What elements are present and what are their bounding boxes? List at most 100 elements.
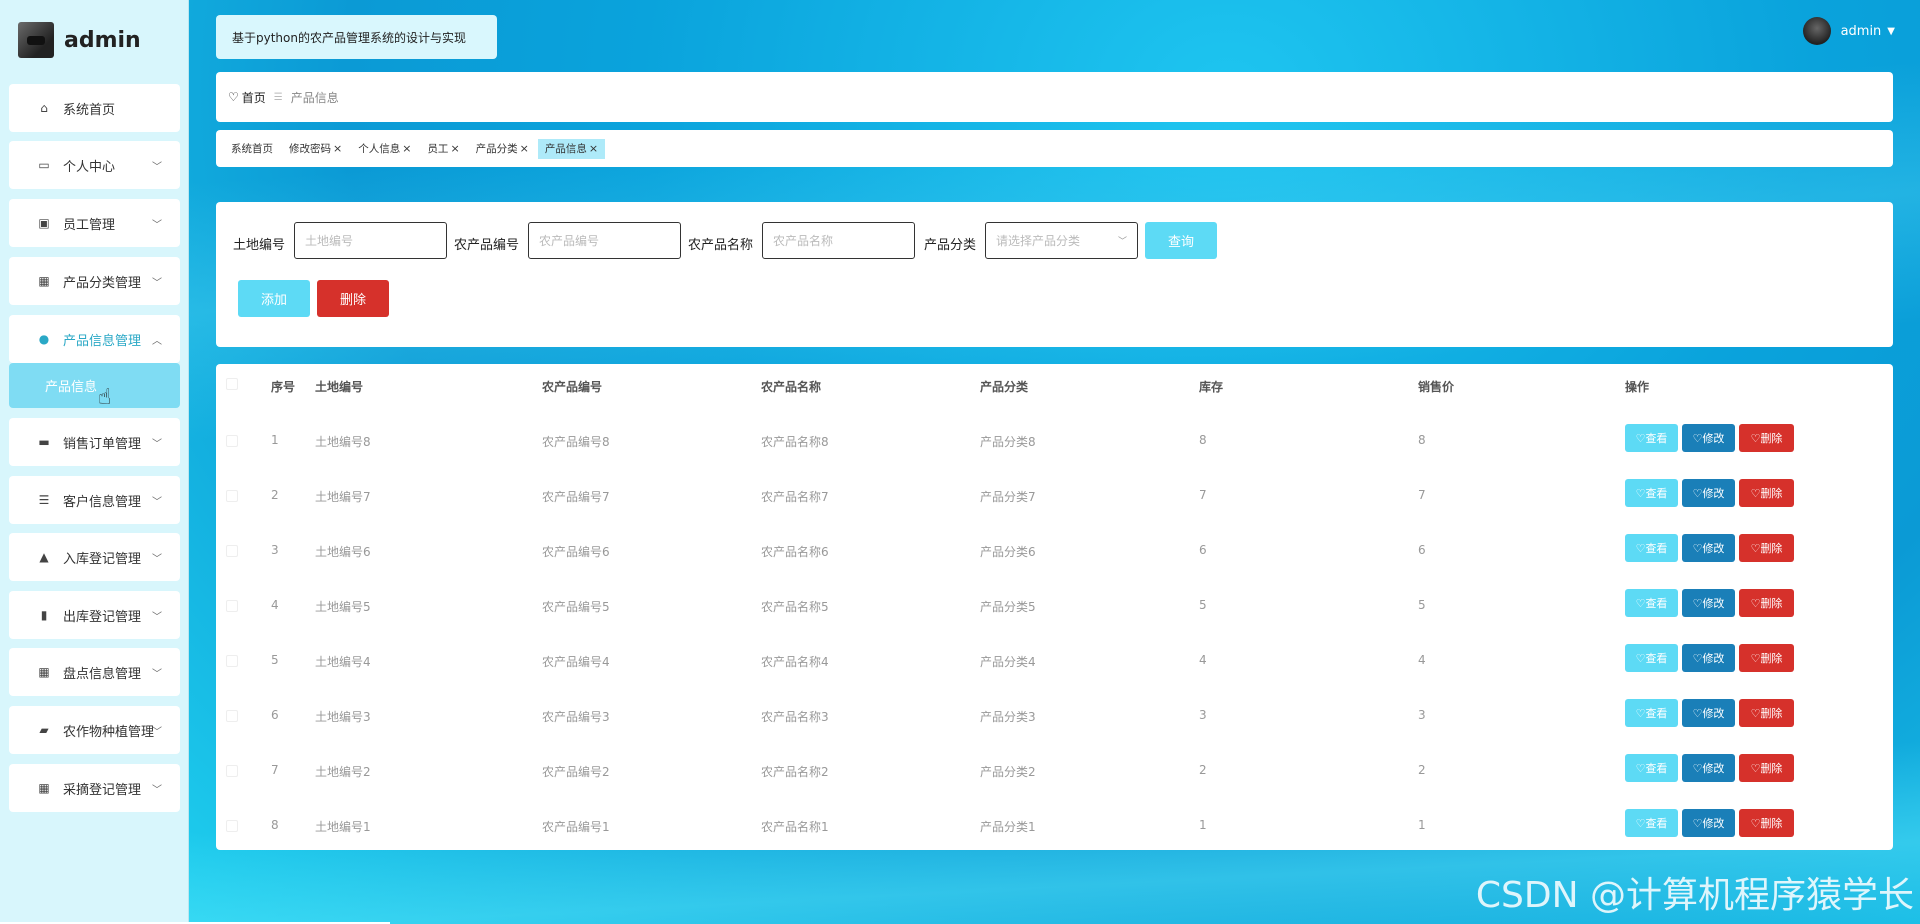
- delete-button[interactable]: ♡ 删除: [1739, 754, 1794, 782]
- view-button[interactable]: ♡ 查看: [1625, 754, 1678, 782]
- edit-button[interactable]: ♡ 修改: [1682, 534, 1735, 562]
- chevron-down-icon: ﹀: [152, 669, 162, 680]
- data-table: 序号 土地编号 农产品编号 农产品名称 产品分类 库存 销售价 操作 1 土地编号8 农产品编号8 农…: [216, 364, 1893, 850]
- tab-2[interactable]: 修改密码 ×: [282, 139, 349, 159]
- table-cell: 农产品名称4: [761, 655, 829, 669]
- table-cell: 3: [1199, 708, 1207, 722]
- view-button[interactable]: ♡ 查看: [1625, 424, 1678, 452]
- action-label: 查看: [1645, 542, 1668, 555]
- edit-button[interactable]: ♡ 修改: [1682, 644, 1735, 672]
- row-checkbox[interactable]: [226, 765, 238, 777]
- category-select[interactable]: 请选择产品分类 ﹀: [985, 222, 1138, 259]
- sidebar-subitem-label: 产品信息: [45, 380, 98, 395]
- edit-button[interactable]: ♡ 修改: [1682, 754, 1735, 782]
- edit-button[interactable]: ♡ 修改: [1682, 589, 1735, 617]
- query-button[interactable]: 查询: [1145, 222, 1217, 259]
- user-menu[interactable]: admin ▼: [1802, 17, 1895, 45]
- sidebar-item-7[interactable]: ☰ 客户信息管理 ﹀: [9, 476, 180, 524]
- heart-icon: ♡: [1635, 596, 1646, 610]
- view-button[interactable]: ♡ 查看: [1625, 809, 1678, 837]
- card-icon: ▭: [38, 158, 50, 172]
- view-button[interactable]: ♡ 查看: [1625, 479, 1678, 507]
- delete-button[interactable]: ♡ 删除: [1739, 809, 1794, 837]
- edit-button[interactable]: ♡ 修改: [1682, 479, 1735, 507]
- heart-icon: ♡: [1750, 706, 1761, 720]
- view-button[interactable]: ♡ 查看: [1625, 644, 1678, 672]
- sidebar-item-4[interactable]: ▦ 产品分类管理 ﹀: [9, 257, 180, 305]
- sidebar-item-5[interactable]: ● 产品信息管理 ︿: [9, 315, 180, 363]
- tab-3[interactable]: 个人信息 ×: [351, 139, 418, 159]
- row-checkbox[interactable]: [226, 600, 238, 612]
- table-cell: 农产品编号5: [542, 600, 610, 614]
- table-cell: 4: [1418, 653, 1426, 667]
- close-icon[interactable]: ×: [402, 142, 411, 155]
- sidebar-item-2[interactable]: ▭ 个人中心 ﹀: [9, 141, 180, 189]
- view-button[interactable]: ♡ 查看: [1625, 534, 1678, 562]
- column-header: 产品分类: [980, 380, 1029, 394]
- table-cell: 2: [1418, 763, 1426, 777]
- sidebar-item-11[interactable]: ▰ 农作物种植管理 ﹀: [9, 706, 180, 754]
- action-label: 删除: [1760, 432, 1783, 445]
- table-cell: 农产品名称7: [761, 490, 829, 504]
- sidebar-item-3[interactable]: ▣ 员工管理 ﹀: [9, 199, 180, 247]
- grid-icon: ▦: [38, 665, 50, 679]
- close-icon[interactable]: ×: [333, 142, 342, 155]
- row-checkbox[interactable]: [226, 820, 238, 832]
- sidebar-item-8[interactable]: ▲ 入库登记管理 ﹀: [9, 533, 180, 581]
- edit-button[interactable]: ♡ 修改: [1682, 699, 1735, 727]
- edit-button[interactable]: ♡ 修改: [1682, 424, 1735, 452]
- table-cell: 产品分类6: [980, 545, 1036, 559]
- tab-5[interactable]: 产品分类 ×: [469, 139, 536, 159]
- table-cell: 6: [271, 708, 279, 722]
- tab-4[interactable]: 员工 ×: [420, 139, 466, 159]
- close-icon[interactable]: ×: [520, 142, 529, 155]
- heart-icon: ♡: [1750, 651, 1761, 665]
- row-checkbox[interactable]: [226, 655, 238, 667]
- tab-6[interactable]: 产品信息 ×: [537, 138, 606, 159]
- page-title: 基于python的农产品管理系统的设计与实现: [216, 15, 497, 59]
- action-label: 修改: [1702, 762, 1725, 775]
- delete-button[interactable]: ♡ 删除: [1739, 644, 1794, 672]
- brand: admin: [18, 20, 141, 60]
- action-label: 删除: [1760, 542, 1783, 555]
- row-checkbox[interactable]: [226, 490, 238, 502]
- sidebar-item-10[interactable]: ▦ 盘点信息管理 ﹀: [9, 648, 180, 696]
- delete-button[interactable]: ♡ 删除: [1739, 424, 1794, 452]
- chevron-down-icon: ﹀: [152, 727, 162, 738]
- view-button[interactable]: ♡ 查看: [1625, 699, 1678, 727]
- prod-input[interactable]: 农产品编号: [528, 222, 681, 259]
- sidebar-item-9[interactable]: ▮ 出库登记管理 ﹀: [9, 591, 180, 639]
- delete-button[interactable]: ♡ 删除: [1739, 589, 1794, 617]
- close-icon[interactable]: ×: [450, 142, 459, 155]
- delete-button[interactable]: ♡ 删除: [1739, 699, 1794, 727]
- table-cell: 产品分类8: [980, 435, 1036, 449]
- name-input[interactable]: 农产品名称: [762, 222, 915, 259]
- sidebar-item-12[interactable]: ▦ 采摘登记管理 ﹀: [9, 764, 180, 812]
- add-button[interactable]: 添加: [238, 280, 310, 317]
- sidebar-subitem-product-info[interactable]: 产品信息: [9, 363, 180, 408]
- view-button[interactable]: ♡ 查看: [1625, 589, 1678, 617]
- table-cell: 4: [271, 598, 279, 612]
- table-cell: 农产品编号3: [542, 710, 610, 724]
- delete-button[interactable]: ♡ 删除: [1739, 479, 1794, 507]
- select-all-checkbox[interactable]: [226, 378, 238, 390]
- sidebar-item-6[interactable]: ▬ 销售订单管理 ﹀: [9, 418, 180, 466]
- land-input[interactable]: 土地编号: [294, 222, 447, 259]
- row-checkbox[interactable]: [226, 545, 238, 557]
- prod-input-placeholder: 农产品编号: [539, 234, 600, 248]
- heart-icon: ♡: [1635, 431, 1646, 445]
- batch-delete-button[interactable]: 删除: [317, 280, 389, 317]
- delete-button[interactable]: ♡ 删除: [1739, 534, 1794, 562]
- action-label: 删除: [1760, 652, 1783, 665]
- heart-icon: ♡: [1635, 706, 1646, 720]
- row-checkbox[interactable]: [226, 435, 238, 447]
- breadcrumb: ♡ 首页 ☰ 产品信息: [216, 72, 1893, 122]
- tab-1[interactable]: 系统首页: [224, 139, 280, 159]
- row-checkbox[interactable]: [226, 710, 238, 722]
- edit-button[interactable]: ♡ 修改: [1682, 809, 1735, 837]
- breadcrumb-home[interactable]: 首页: [242, 89, 266, 106]
- table-row: 2 土地编号7 农产品编号7 农产品名称7 产品分类7 7 7 ♡ 查看 ♡ 修改 ♡ 删除: [216, 469, 1893, 524]
- sidebar-item-1[interactable]: ⌂ 系统首页: [9, 84, 180, 132]
- close-icon[interactable]: ×: [589, 142, 598, 155]
- action-label: 修改: [1702, 542, 1725, 555]
